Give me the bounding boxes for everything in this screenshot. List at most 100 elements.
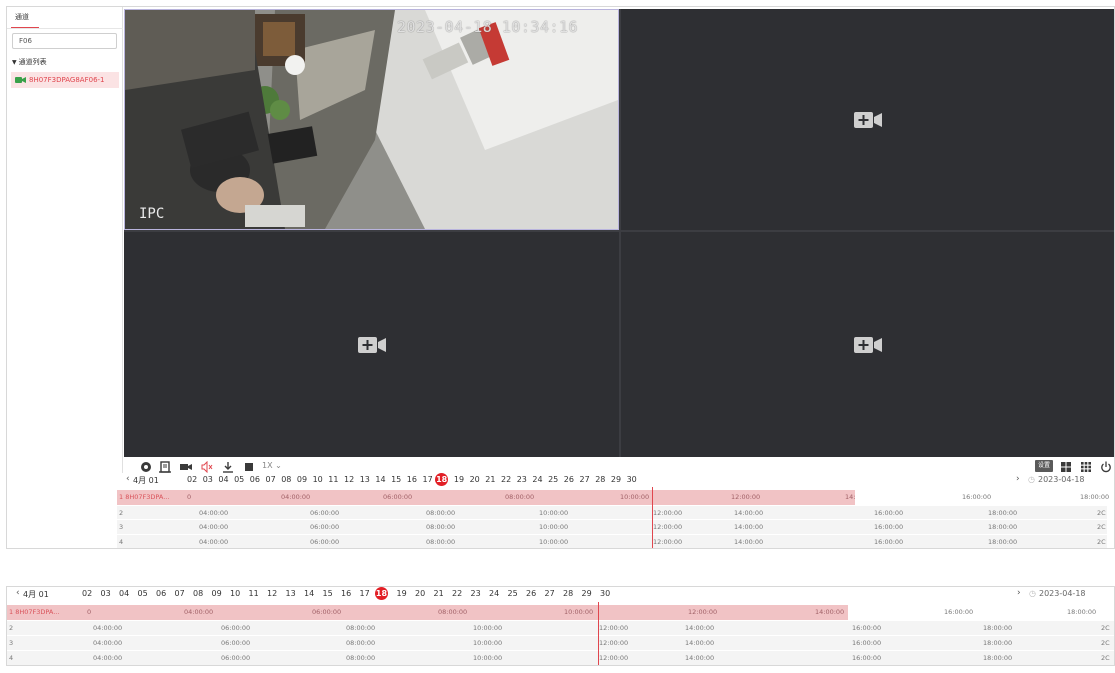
speed-selector[interactable]: 1X ⌄ [262,461,282,470]
day-item[interactable]: 16 [341,589,351,598]
day-item[interactable]: 27 [580,475,590,484]
video-cell-1[interactable]: 2023-04-18 10:34:16 IPC [124,9,619,230]
day-item[interactable]: 12 [267,589,277,598]
day-item[interactable]: 02 [82,589,92,598]
track-row[interactable]: 1 8H07F3DPA... 0 04:00:00 06:00:00 08:00:00 1… [117,490,874,505]
grid-layout-icon[interactable] [1080,461,1092,473]
add-camera-icon[interactable] [357,336,386,353]
day-item[interactable]: 09 [212,589,222,598]
day-item[interactable]: 11 [249,589,259,598]
day-item[interactable]: 14 [304,589,314,598]
video-cell-3[interactable] [124,232,619,457]
day-item[interactable]: 23 [517,475,527,484]
day-item[interactable]: 06 [250,475,260,484]
day-item[interactable]: 09 [297,475,307,484]
video-cell-4[interactable] [621,232,1114,457]
playhead-cursor[interactable] [598,602,599,665]
day-item[interactable]: 30 [600,589,610,598]
next-month-icon[interactable]: › [1017,588,1021,598]
day-item[interactable]: 29 [611,475,621,484]
video-cell-2[interactable] [621,9,1114,230]
day-item[interactable]: 24 [532,475,542,484]
day-item[interactable]: 03 [101,589,111,598]
track-row[interactable]: 2 04:00:00 06:00:00 08:00:00 10:00:00 12:00:0… [117,504,1107,519]
track-row[interactable]: 4 04:00:00 06:00:00 08:00:00 10:00:00 12:00:0… [7,650,1114,665]
day-item[interactable]: 26 [526,589,536,598]
timeline-bottom[interactable]: ‹ 4月 01 02 03 04 05 06 07 08 09 10 11 12 13 14 15 16 17 18… [6,586,1115,666]
stop-icon[interactable] [243,461,255,473]
day-item[interactable]: 20 [415,589,425,598]
playhead-cursor[interactable] [652,487,653,548]
day-item[interactable]: 04 [119,589,129,598]
timeline-top[interactable]: ‹ 4月 01 02 03 04 05 06 07 08 09 10 11 12 13 14 15 16 17 18… [117,473,1109,548]
day-item[interactable]: 10 [230,589,240,598]
day-item[interactable]: 22 [452,589,462,598]
add-camera-icon[interactable] [853,111,882,128]
next-month-icon[interactable]: › [1016,474,1020,484]
day-item[interactable]: 12 [344,475,354,484]
day-item[interactable]: 19 [397,589,407,598]
day-item[interactable]: 03 [203,475,213,484]
track-row[interactable]: 3 04:00:00 06:00:00 08:00:00 10:00:00 12:00:0… [7,635,1114,650]
day-item[interactable]: 15 [323,589,333,598]
day-item[interactable]: 15 [391,475,401,484]
settings-button[interactable]: 设置 [1035,460,1053,472]
channel-search-input[interactable]: F06 [12,33,117,49]
day-item[interactable]: 10 [313,475,323,484]
day-item[interactable]: 17 [423,475,433,484]
day-item[interactable]: 05 [138,589,148,598]
day-item[interactable]: 21 [434,589,444,598]
day-item[interactable]: 19 [454,475,464,484]
day-item[interactable]: 08 [281,475,291,484]
prev-month-icon[interactable]: ‹ [126,474,130,484]
day-item[interactable]: 25 [508,589,518,598]
day-item[interactable]: 28 [595,475,605,484]
day-item[interactable]: 26 [564,475,574,484]
day-item[interactable]: 07 [266,475,276,484]
day-item[interactable]: 05 [234,475,244,484]
day-item[interactable]: 17 [360,589,370,598]
day-item[interactable]: 20 [470,475,480,484]
day-item[interactable]: 27 [545,589,555,598]
day-item[interactable]: 24 [489,589,499,598]
day-today[interactable]: 18 [375,587,388,600]
mute-icon[interactable] [201,461,213,473]
day-item[interactable]: 13 [286,589,296,598]
tab-channel[interactable]: 通道 [15,12,29,22]
day-item[interactable]: 06 [156,589,166,598]
track-row[interactable]: 3 04:00:00 06:00:00 08:00:00 10:00:00 12:00:0… [117,519,1107,534]
day-item[interactable]: 02 [187,475,197,484]
camera-icon[interactable] [180,461,192,473]
day-item[interactable]: 29 [582,589,592,598]
day-item[interactable]: 13 [360,475,370,484]
screenshot-icon[interactable] [159,461,171,473]
power-icon[interactable] [1100,461,1112,473]
day-item[interactable]: 16 [407,475,417,484]
record-dot-icon[interactable] [140,461,152,473]
track-row[interactable]: 1 8H07F3DPA... 0 04:00:00 06:00:00 08:00:00 1… [7,605,848,620]
day-item[interactable]: 04 [218,475,228,484]
channel-tree-header[interactable]: ▼ 通道列表 [12,57,47,67]
download-icon[interactable] [222,461,234,473]
day-item[interactable]: 22 [501,475,511,484]
prev-month-icon[interactable]: ‹ [16,588,20,598]
add-camera-icon[interactable] [853,336,882,353]
day-item[interactable]: 28 [563,589,573,598]
month-label[interactable]: 4月 01 [133,475,159,486]
day-item[interactable]: 07 [175,589,185,598]
day-item[interactable]: 08 [193,589,203,598]
channel-item[interactable]: 8H07F3DPAG8AF06-1 [11,72,119,88]
track-row[interactable]: 4 04:00:00 06:00:00 08:00:00 10:00:00 12:00:0… [117,533,1107,548]
day-item[interactable]: 21 [485,475,495,484]
day-item[interactable]: 23 [471,589,481,598]
month-label[interactable]: 4月 01 [23,589,49,600]
day-item[interactable]: 11 [328,475,338,484]
date-label[interactable]: 2023-04-18 [1038,475,1085,484]
date-label[interactable]: 2023-04-18 [1039,589,1086,598]
quad-layout-icon[interactable] [1060,461,1072,473]
track-row[interactable]: 2 04:00:00 06:00:00 08:00:00 10:00:00 12:00:0… [7,620,1114,635]
day-item[interactable]: 25 [548,475,558,484]
day-item[interactable]: 14 [375,475,385,484]
day-today[interactable]: 18 [435,473,449,486]
day-item[interactable]: 30 [627,475,637,484]
